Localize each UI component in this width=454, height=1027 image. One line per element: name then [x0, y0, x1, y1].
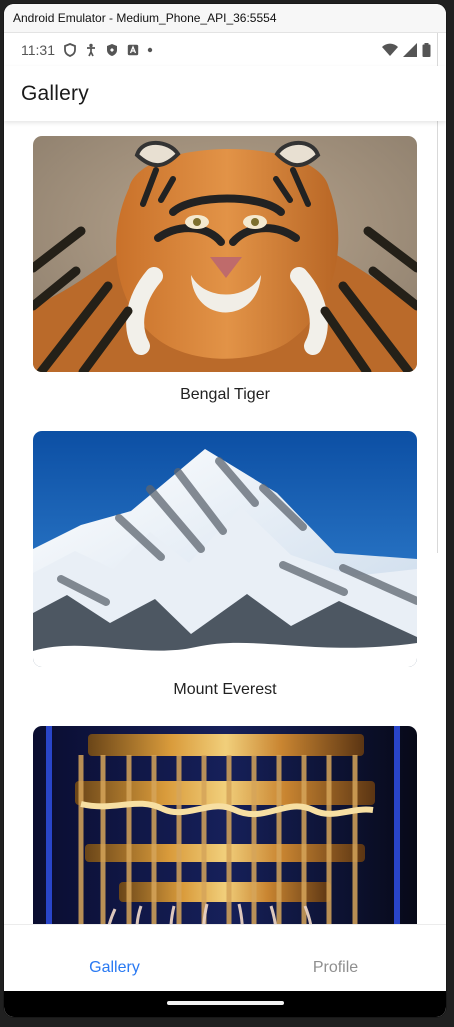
shield-outline-icon	[63, 42, 77, 57]
battery-icon	[422, 42, 431, 57]
nav-gallery-tab[interactable]: Gallery	[4, 925, 225, 992]
nav-profile-tab[interactable]: Profile	[225, 925, 446, 992]
bottom-navigation: Gallery Profile	[4, 924, 446, 991]
gesture-navigation-area[interactable]	[4, 991, 446, 1017]
card-caption: Mount Everest	[173, 681, 277, 698]
wifi-icon	[382, 43, 398, 56]
tiger-photo[interactable]	[33, 136, 417, 372]
text-icon	[127, 44, 139, 56]
top-app-bar: Gallery	[4, 66, 446, 121]
status-left: 11:31	[21, 42, 153, 58]
gallery-list[interactable]: Bengal Tiger Mount Everest	[4, 121, 446, 924]
dot-icon	[147, 47, 153, 53]
card-caption: Bengal Tiger	[180, 386, 270, 403]
accessibility-icon	[85, 43, 97, 57]
emulator-window: Android Emulator - Medium_Phone_API_36:5…	[4, 4, 446, 1017]
phone-screen: 11:31 Gallery Bengal Tiger Mount Everest…	[4, 33, 446, 1017]
shield-icon	[105, 43, 119, 57]
status-bar: 11:31	[4, 33, 446, 66]
signal-icon	[403, 42, 417, 57]
gallery-card-quantum[interactable]	[33, 726, 417, 924]
quantum-computer-photo[interactable]	[33, 726, 417, 924]
gallery-card-tiger[interactable]: Bengal Tiger	[33, 136, 417, 417]
page-title: Gallery	[21, 81, 89, 105]
status-time: 11:31	[21, 41, 55, 58]
emulator-title: Android Emulator - Medium_Phone_API_36:5…	[13, 11, 277, 25]
home-gesture-handle[interactable]	[166, 1001, 284, 1005]
mountain-photo[interactable]	[33, 431, 417, 667]
status-right	[382, 42, 431, 57]
gallery-card-mountain[interactable]: Mount Everest	[33, 431, 417, 712]
emulator-title-bar: Android Emulator - Medium_Phone_API_36:5…	[4, 4, 446, 33]
